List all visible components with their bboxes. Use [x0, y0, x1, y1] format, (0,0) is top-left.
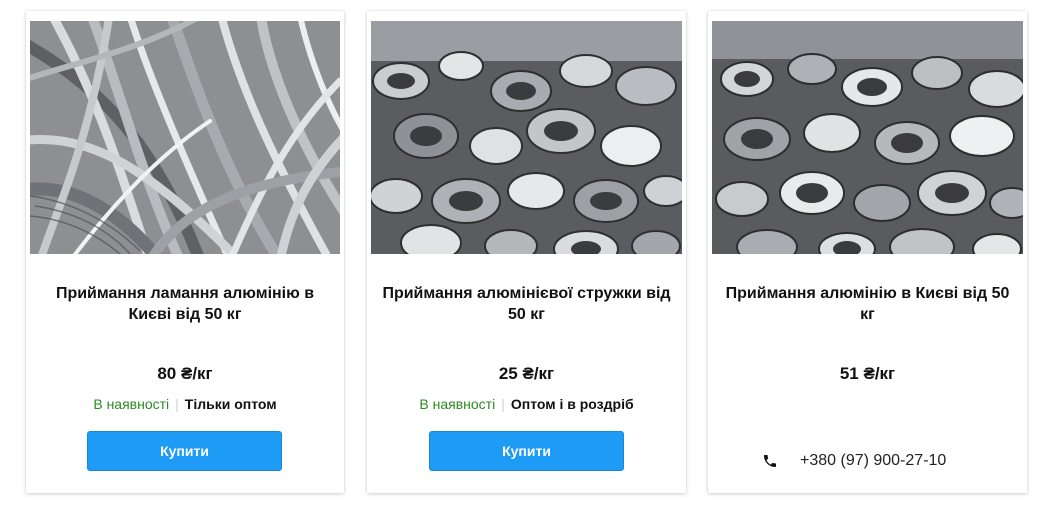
meta-divider: |: [501, 396, 505, 412]
phone-icon: [762, 453, 778, 469]
product-title[interactable]: Приймання алюмінієвої стружки від 50 кг: [381, 283, 672, 325]
meta-divider: |: [175, 396, 179, 412]
product-title[interactable]: Приймання алюмінію в Києві від 50 кг: [722, 283, 1013, 325]
sale-mode: Оптом і в роздріб: [510, 396, 634, 412]
availability-status: В наявності: [419, 396, 496, 412]
product-card[interactable]: Приймання алюмінієвої стружки від 50 кг …: [367, 11, 686, 493]
product-price: 51 ₴/кг: [839, 364, 896, 383]
aluminum-cookware-picture: [712, 21, 1023, 254]
product-meta: В наявності | Тільки оптом: [26, 396, 344, 412]
product-card[interactable]: Приймання алюмінію в Києві від 50 кг 51 …: [708, 11, 1027, 493]
buy-button[interactable]: Купити: [429, 431, 624, 471]
product-title[interactable]: Приймання ламання алюмінію в Києві від 5…: [40, 283, 330, 325]
availability-status: В наявності: [93, 396, 170, 412]
phone-link[interactable]: +380 (97) 900-27-10: [762, 452, 946, 470]
product-card[interactable]: Приймання ламання алюмінію в Києві від 5…: [26, 11, 344, 493]
product-image-aluminum-scrap[interactable]: [371, 21, 682, 254]
product-image-aluminum[interactable]: [712, 21, 1023, 254]
product-meta: В наявності | Оптом і в роздріб: [367, 396, 686, 412]
buy-button[interactable]: Купити: [87, 431, 282, 471]
aluminum-scrap-picture: [371, 21, 682, 254]
product-price: 25 ₴/кг: [498, 364, 555, 383]
aluminum-cable-picture: [30, 21, 340, 254]
phone-number[interactable]: +380 (97) 900-27-10: [800, 452, 946, 470]
product-price: 80 ₴/кг: [157, 364, 213, 383]
sale-mode: Тільки оптом: [184, 396, 277, 412]
product-image-aluminum-cable[interactable]: [30, 21, 340, 254]
